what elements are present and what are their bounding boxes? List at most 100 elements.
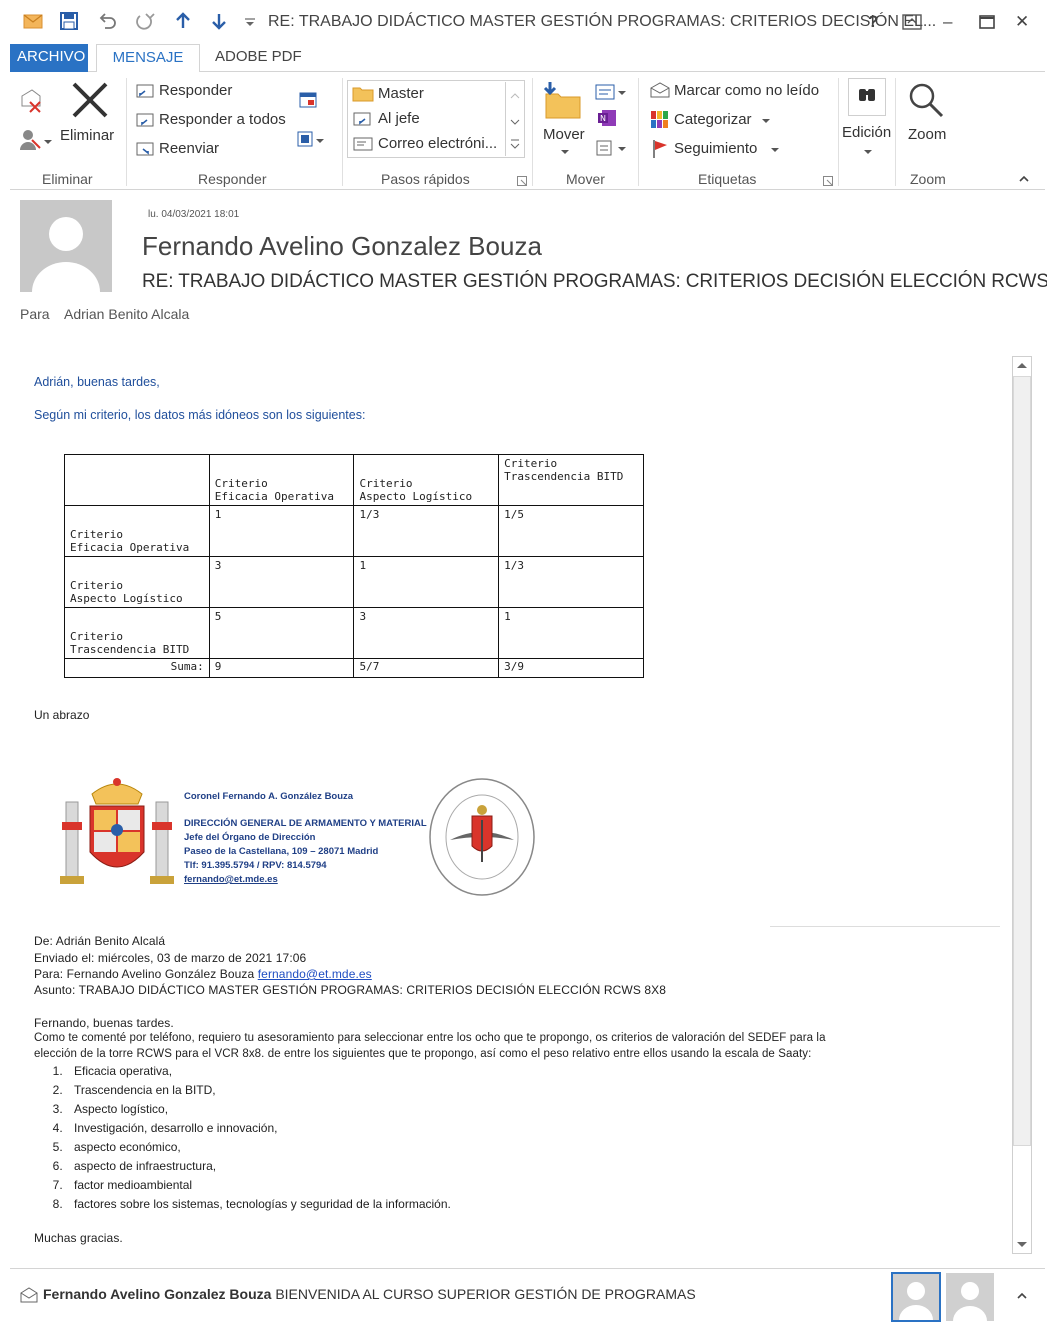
arrow-down-icon[interactable] <box>208 10 232 34</box>
expand-people-pane-icon[interactable] <box>1016 1291 1028 1301</box>
delete-button[interactable]: Eliminar <box>60 127 114 144</box>
table-header: Criterio Eficacia Operativa <box>208 454 355 506</box>
tags-dialog-launcher-icon[interactable] <box>823 176 833 186</box>
forward-icon <box>135 140 155 158</box>
contact-avatar-selected[interactable] <box>891 1272 941 1322</box>
group-label-tags: Etiquetas <box>698 171 757 187</box>
minimize-button[interactable]: – <box>943 12 952 32</box>
categorize-icon <box>650 110 670 130</box>
edit-dropdown-icon[interactable] <box>863 148 873 156</box>
reply-icon <box>135 82 155 100</box>
table-cell: 5 <box>208 607 355 659</box>
sum-cell: 5/7 <box>353 658 500 678</box>
more-respond-icon[interactable] <box>296 130 326 150</box>
followup-button[interactable]: Seguimiento <box>674 140 757 157</box>
delete-icon[interactable] <box>68 78 112 122</box>
scrollbar-thumb[interactable] <box>1013 376 1031 1146</box>
criteria-table: Criterio Eficacia Operativa Criterio Aspec… <box>64 454 644 678</box>
message-date: lu. 04/03/2021 18:01 <box>148 209 240 220</box>
mark-unread-icon <box>649 81 671 99</box>
table-cell: 1 <box>498 607 644 659</box>
sender-name[interactable]: Fernando Avelino Gonzalez Bouza <box>142 231 542 262</box>
flag-icon <box>651 139 669 159</box>
arrow-up-icon[interactable] <box>172 10 196 34</box>
redo-icon[interactable] <box>134 10 158 34</box>
coat-of-arms-logo <box>54 772 180 890</box>
list-item: aspecto de infraestructura, <box>66 1159 451 1178</box>
collapse-ribbon-icon[interactable] <box>1018 174 1030 184</box>
gallery-scroll[interactable] <box>505 82 523 156</box>
table-cell: 1 <box>353 556 500 608</box>
sender-avatar <box>20 200 112 292</box>
find-button[interactable] <box>848 78 886 116</box>
help-button[interactable]: ? <box>868 12 878 32</box>
signature-name: Coronel Fernando A. González Bouza <box>184 791 354 802</box>
quick-step-correo[interactable]: Correo electróni... <box>378 135 497 152</box>
move-dropdown-icon[interactable] <box>560 148 570 156</box>
forward-button[interactable]: Reenviar <box>159 140 219 157</box>
mail-icon <box>22 10 46 34</box>
sum-label: Suma: <box>64 658 210 678</box>
table-cell: 1/3 <box>353 505 500 557</box>
save-icon[interactable] <box>58 10 82 34</box>
list-item: Aspecto logístico, <box>66 1102 451 1121</box>
people-pane-item[interactable]: Fernando Avelino Gonzalez Bouza BIENVENI… <box>43 1286 696 1302</box>
onenote-icon[interactable]: N <box>596 108 618 128</box>
quick-step-al-jefe[interactable]: Al jefe <box>378 110 420 127</box>
tab-mensaje[interactable]: MENSAJE <box>96 44 200 73</box>
people-pane-message: BIENVENIDA AL CURSO SUPERIOR GESTIÓN DE … <box>271 1286 696 1302</box>
ignore-icon[interactable] <box>18 86 46 114</box>
message-subject: RE: TRABAJO DIDÁCTICO MASTER GESTIÓN PRO… <box>142 271 1047 292</box>
reply-all-button[interactable]: Responder a todos <box>159 111 286 128</box>
quoted-sent: Enviado el: miércoles, 03 de marzo de 20… <box>34 951 307 965</box>
table-row-label: Criterio Aspecto Logístico <box>64 556 210 608</box>
table-header: Criterio Aspecto Logístico <box>353 454 500 506</box>
customize-toolbar-icon[interactable] <box>242 10 266 34</box>
table-cell: 1/3 <box>498 556 644 608</box>
contact-avatar[interactable] <box>946 1273 994 1321</box>
criteria-list: Eficacia operativa, Trascendencia en la … <box>66 1064 451 1216</box>
actions-icon[interactable] <box>594 138 628 158</box>
quoted-email-link[interactable]: fernando@et.mde.es <box>258 967 372 981</box>
junk-icon[interactable] <box>18 126 54 154</box>
dialog-launcher-icon[interactable] <box>517 176 527 186</box>
recipient-name[interactable]: Adrian Benito Alcala <box>64 306 189 322</box>
table-cell <box>64 454 210 506</box>
close-button[interactable]: ✕ <box>1015 12 1029 32</box>
edit-button[interactable]: Edición <box>842 124 891 141</box>
ministry-seal <box>426 776 538 898</box>
maximize-icon[interactable] <box>979 15 995 29</box>
table-row: Criterio Eficacia Operativa Criterio Aspec… <box>64 454 644 506</box>
group-label-respond: Responder <box>198 171 267 187</box>
rules-icon[interactable] <box>594 82 628 102</box>
body-greeting: Adrián, buenas tardes, <box>34 375 160 389</box>
signature-role: Jefe del Órgano de Dirección <box>184 832 316 843</box>
message-body: Adrián, buenas tardes, Según mi criterio… <box>18 350 1010 1260</box>
ribbon-display-icon[interactable] <box>902 14 922 30</box>
tab-archivo[interactable]: ARCHIVO <box>10 44 88 72</box>
move-folder-icon[interactable] <box>542 80 584 120</box>
zoom-button[interactable]: Zoom <box>908 126 946 143</box>
zoom-icon[interactable] <box>906 80 946 120</box>
quoted-to: Para: Fernando Avelino González Bouza fe… <box>34 967 372 981</box>
svg-text:N: N <box>600 114 606 123</box>
categorize-button[interactable]: Categorizar <box>674 111 752 128</box>
move-button[interactable]: Mover <box>543 126 585 143</box>
tab-adobe-pdf[interactable]: ADOBE PDF <box>208 44 309 72</box>
meeting-icon[interactable] <box>298 90 318 110</box>
undo-icon[interactable] <box>96 10 120 34</box>
list-item: Investigación, desarrollo e innovación, <box>66 1121 451 1140</box>
group-label-move: Mover <box>566 171 605 187</box>
ribbon: Eliminar Eliminar Responder Responder a … <box>10 72 1045 190</box>
table-row: Criterio Trascendencia BITD 5 3 1 <box>64 607 644 659</box>
signature-email-link[interactable]: fernando@et.mde.es <box>184 874 278 885</box>
reply-button[interactable]: Responder <box>159 82 232 99</box>
quick-step-master[interactable]: Master <box>378 85 424 102</box>
followup-dropdown-icon[interactable] <box>771 147 779 153</box>
quoted-subject: Asunto: TRABAJO DIDÁCTICO MASTER GESTIÓN… <box>34 983 667 997</box>
mark-unread-button[interactable]: Marcar como no leído <box>674 82 819 99</box>
window-title: RE: TRABAJO DIDÁCTICO MASTER GESTIÓN PRO… <box>268 13 937 30</box>
categorize-dropdown-icon[interactable] <box>762 118 770 124</box>
people-pane-name: Fernando Avelino Gonzalez Bouza <box>43 1286 272 1302</box>
quoted-paragraph-1: Como te comenté por teléfono, requiero t… <box>34 1032 826 1044</box>
